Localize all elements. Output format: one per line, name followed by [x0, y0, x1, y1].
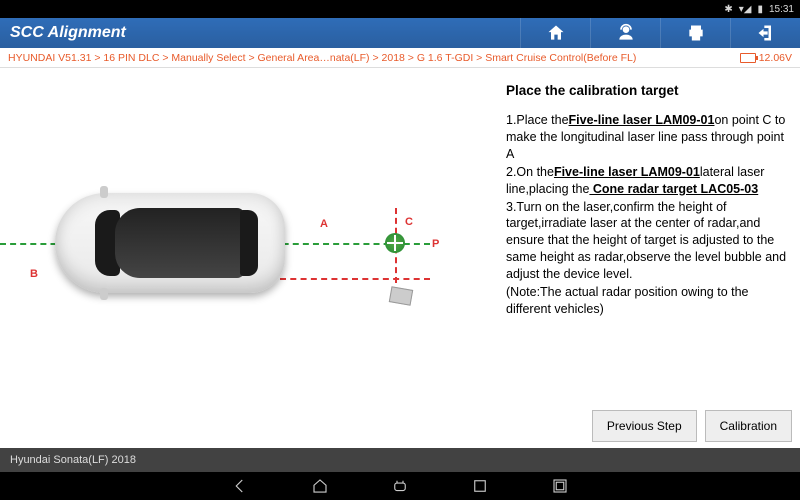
footer-bar: Hyundai Sonata(LF) 2018 — [0, 448, 800, 472]
app-icon[interactable] — [385, 476, 415, 496]
vehicle-top-view — [40, 188, 300, 298]
app-header: SCC Alignment — [0, 18, 800, 48]
battery-icon — [740, 53, 756, 63]
step-1: 1.Place theFive-line laser LAM09-01on po… — [506, 112, 788, 163]
instruction-title: Place the calibration target — [506, 82, 788, 100]
breadcrumb: HYUNDAI V51.31 > 16 PIN DLC > Manually S… — [0, 48, 800, 68]
action-buttons: Previous Step Calibration — [584, 404, 800, 448]
vehicle-info: Hyundai Sonata(LF) 2018 — [10, 454, 136, 466]
voltage-value: 12.06V — [759, 52, 792, 64]
red-lateral-line — [280, 278, 430, 280]
clock: 15:31 — [769, 4, 794, 15]
home-nav-button[interactable] — [305, 476, 335, 496]
previous-step-button[interactable]: Previous Step — [592, 410, 697, 442]
instruction-note: (Note:The actual radar position owing to… — [506, 284, 788, 318]
radar-unit-icon — [389, 286, 413, 306]
step-3: 3.Turn on the laser,confirm the height o… — [506, 199, 788, 283]
laser-target-icon — [385, 233, 405, 253]
label-C: C — [405, 216, 413, 228]
screenshot-button[interactable] — [545, 476, 575, 496]
calibration-diagram: A B C P — [0, 68, 500, 448]
breadcrumb-path: HYUNDAI V51.31 > 16 PIN DLC > Manually S… — [8, 52, 734, 64]
android-nav-bar — [0, 472, 800, 500]
android-status-bar: ✱ ▾◢ ▮ 15:31 — [0, 0, 800, 18]
main-content: A B C P Place the calibration target 1.P… — [0, 68, 800, 448]
home-button[interactable] — [520, 18, 590, 48]
bluetooth-icon: ✱ — [724, 4, 732, 15]
page-title: SCC Alignment — [0, 24, 520, 42]
back-button[interactable] — [225, 476, 255, 496]
voltage-display: 12.06V — [740, 52, 792, 64]
exit-button[interactable] — [730, 18, 800, 48]
label-B: B — [30, 268, 38, 280]
instruction-panel: Place the calibration target 1.Place the… — [500, 68, 800, 448]
wifi-icon: ▾◢ — [739, 4, 752, 15]
step-2: 2.On theFive-line laser LAM09-01lateral … — [506, 164, 788, 198]
label-P: P — [432, 238, 439, 250]
support-button[interactable] — [590, 18, 660, 48]
calibration-button[interactable]: Calibration — [705, 410, 792, 442]
recent-apps-button[interactable] — [465, 476, 495, 496]
label-A: A — [320, 218, 328, 230]
print-button[interactable] — [660, 18, 730, 48]
battery-icon: ▮ — [757, 4, 763, 15]
